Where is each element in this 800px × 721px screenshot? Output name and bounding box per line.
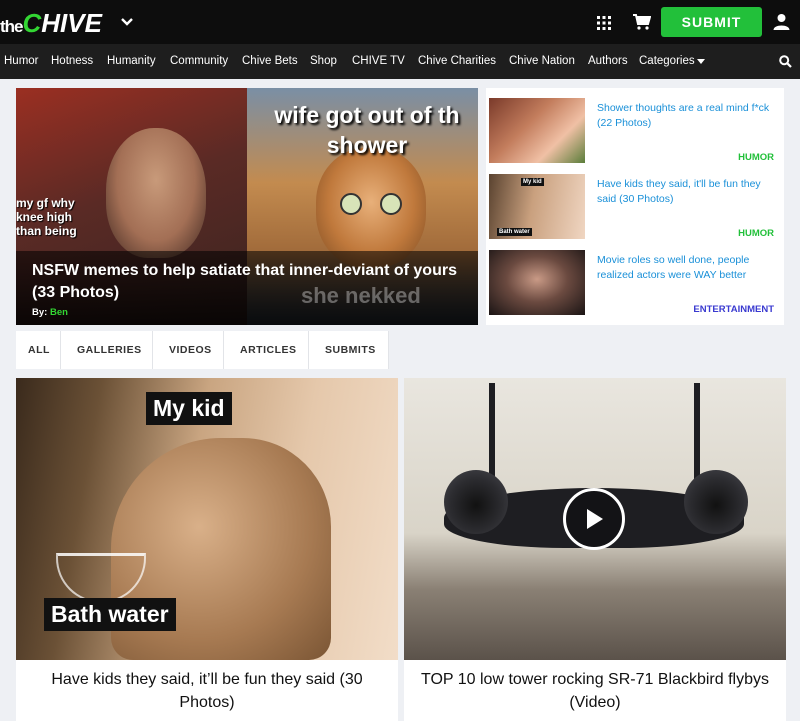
nav-humor[interactable]: Humor	[4, 44, 39, 79]
story-card[interactable]: My kid Bath water Have kids they said, i…	[16, 378, 398, 721]
main-nav: Humor Hotness Humanity Community Chive B…	[0, 44, 800, 79]
content-filter-tabs: ALL GALLERIES VIDEOS ARTICLES SUBMITS	[16, 331, 389, 369]
side-story-category[interactable]: HUMOR	[738, 228, 774, 239]
logo-the: the	[0, 17, 23, 36]
nav-chive-bets[interactable]: Chive Bets	[242, 44, 298, 79]
side-story-thumb[interactable]	[489, 98, 585, 163]
nav-humanity[interactable]: Humanity	[107, 44, 156, 79]
hero-byline: By: Ben	[32, 307, 68, 318]
side-story[interactable]: Movie roles so well done, people realize…	[486, 240, 784, 316]
cat-eye-right	[380, 193, 402, 215]
story-card-title[interactable]: Have kids they said, it’ll be fun they s…	[30, 668, 384, 714]
story-card-title[interactable]: TOP 10 low tower rocking SR-71 Blackbird…	[418, 668, 772, 714]
apps-grid-icon[interactable]	[597, 16, 611, 30]
side-story-list: Shower thoughts are a real mind f*ck (22…	[486, 88, 784, 325]
search-icon[interactable]	[779, 55, 792, 68]
side-story[interactable]: Shower thoughts are a real mind f*ck (22…	[486, 88, 784, 164]
nav-authors[interactable]: Authors	[588, 44, 628, 79]
user-icon[interactable]	[773, 13, 790, 30]
nav-chive-tv[interactable]: CHIVE TV	[352, 44, 405, 79]
side-story-thumb[interactable]	[489, 250, 585, 315]
tab-galleries[interactable]: GALLERIES	[61, 331, 153, 369]
side-story-title[interactable]: Have kids they said, it'll be fun they s…	[597, 177, 777, 207]
nav-shop[interactable]: Shop	[310, 44, 337, 79]
thumb-label-my-kid: My kid	[521, 178, 544, 186]
logo-chive: CHIVE	[22, 8, 102, 38]
nav-categories[interactable]: Categories	[639, 44, 695, 79]
story-card-image[interactable]: My kid Bath water	[16, 378, 398, 660]
side-story[interactable]: My kid Bath water Have kids they said, i…	[486, 164, 784, 240]
cat-eye-left	[340, 193, 362, 215]
story-card[interactable]: TOP 10 low tower rocking SR-71 Blackbird…	[404, 378, 786, 721]
side-story-category[interactable]: HUMOR	[738, 152, 774, 163]
cat-figure	[316, 148, 426, 268]
plane-fin-right	[694, 383, 700, 483]
play-icon	[587, 509, 603, 529]
side-story-category[interactable]: ENTERTAINMENT	[693, 304, 774, 315]
side-story-title[interactable]: Shower thoughts are a real mind f*ck (22…	[597, 101, 777, 131]
tab-articles[interactable]: ARTICLES	[224, 331, 309, 369]
story-card-image[interactable]	[404, 378, 786, 660]
tab-submits[interactable]: SUBMITS	[309, 331, 389, 369]
submit-button[interactable]: SUBMIT	[661, 7, 762, 37]
hero-author-link[interactable]: Ben	[50, 307, 68, 318]
caret-down-icon[interactable]	[697, 59, 705, 65]
hero-feature[interactable]: my gf why knee high than being wife got …	[16, 88, 478, 325]
side-story-thumb[interactable]: My kid Bath water	[489, 174, 585, 239]
hero-right-meme-text: wife got out of th shower	[274, 102, 460, 158]
nav-chive-nation[interactable]: Chive Nation	[509, 44, 575, 79]
tab-all[interactable]: ALL	[16, 331, 61, 369]
plane-engine-right	[684, 470, 748, 534]
tab-videos[interactable]: VIDEOS	[153, 331, 224, 369]
plane-engine-left	[444, 470, 508, 534]
cart-icon[interactable]	[633, 14, 651, 30]
chevron-down-icon[interactable]	[120, 15, 134, 29]
thumb-label-bath-water: Bath water	[497, 228, 532, 236]
play-button[interactable]	[563, 488, 625, 550]
top-bar: the CHIVE SUBMIT	[0, 0, 800, 44]
site-logo[interactable]: the CHIVE	[0, 8, 102, 38]
nav-community[interactable]: Community	[170, 44, 228, 79]
nav-chive-charities[interactable]: Chive Charities	[418, 44, 496, 79]
plane-fin-left	[489, 383, 495, 483]
nav-hotness[interactable]: Hotness	[51, 44, 93, 79]
hero-title[interactable]: NSFW memes to help satiate that inner-de…	[32, 260, 462, 304]
hero-face-figure	[106, 128, 206, 258]
image-label-bottom: Bath water	[44, 598, 176, 631]
side-story-title[interactable]: Movie roles so well done, people realize…	[597, 253, 777, 283]
hero-left-meme-text: my gf why knee high than being	[16, 196, 77, 238]
image-label-top: My kid	[146, 392, 232, 425]
